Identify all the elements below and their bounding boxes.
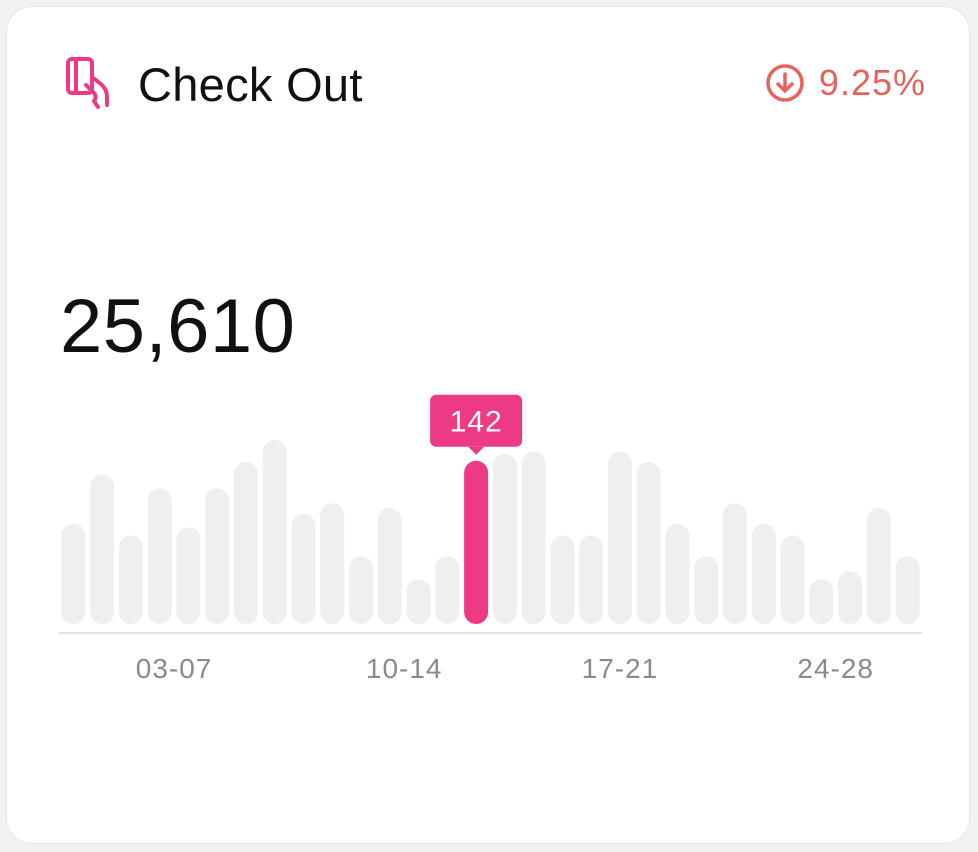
bar[interactable] [521, 451, 546, 625]
bar[interactable] [751, 523, 776, 624]
trend-value: 9.25% [818, 62, 926, 103]
total-checkouts: 25,610 [60, 284, 296, 369]
card-title: Check Out [138, 58, 363, 111]
bar[interactable] [607, 451, 632, 625]
bar[interactable] [550, 535, 575, 624]
x-tick-label: 24-28 [797, 653, 874, 684]
bar[interactable] [694, 556, 719, 624]
tooltip-value: 142 [450, 406, 503, 439]
bar-highlighted[interactable] [464, 460, 489, 624]
trend-indicator: 9.25% [765, 60, 926, 106]
bar[interactable] [866, 507, 891, 624]
x-tick-label: 17-21 [582, 653, 659, 684]
bar-tooltip: 142 [430, 394, 523, 455]
bar[interactable] [291, 513, 316, 624]
bar[interactable] [176, 527, 201, 624]
bar[interactable] [579, 535, 604, 624]
bar[interactable] [435, 556, 460, 624]
card-in-hand-icon [66, 57, 109, 109]
bar[interactable] [406, 579, 431, 624]
bar[interactable] [838, 571, 863, 624]
bar[interactable] [90, 474, 115, 625]
bar[interactable] [349, 556, 374, 624]
bar[interactable] [377, 507, 402, 624]
bar[interactable] [723, 503, 748, 624]
bar[interactable] [809, 579, 834, 624]
x-tick-label: 03-07 [136, 653, 213, 684]
bar[interactable] [205, 488, 230, 624]
bar[interactable] [320, 503, 345, 624]
bar[interactable] [262, 440, 287, 624]
arrow-down-circle-icon [766, 64, 804, 102]
bar[interactable] [665, 523, 690, 624]
bar[interactable] [147, 488, 172, 624]
bar[interactable] [118, 535, 143, 624]
bar[interactable] [895, 556, 920, 624]
x-tick-label: 10-14 [366, 653, 443, 684]
bar[interactable] [233, 461, 258, 624]
bar[interactable] [636, 461, 661, 624]
bar[interactable] [61, 523, 86, 624]
bar[interactable] [492, 453, 517, 624]
bar[interactable] [780, 535, 805, 624]
